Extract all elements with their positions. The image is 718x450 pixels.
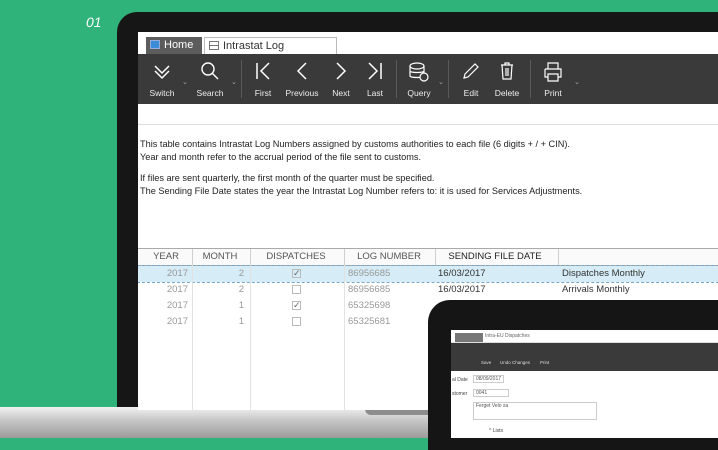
toolbar-separator bbox=[448, 60, 449, 98]
cell-description: Dispatches Monthly bbox=[562, 268, 645, 279]
toolbar-separator bbox=[241, 60, 242, 98]
table-row[interactable]: 2017 2 86956685 16/03/2017 Arrivals Mont… bbox=[138, 282, 718, 298]
tablet-print-button[interactable]: Print bbox=[540, 360, 549, 365]
cell-description: Arrivals Monthly bbox=[562, 284, 630, 295]
chevron-right-icon bbox=[336, 62, 347, 80]
cell-year: 2017 bbox=[166, 316, 188, 327]
tablet-lists-section[interactable]: ^ Lists bbox=[489, 428, 503, 434]
query-label: Query bbox=[407, 88, 431, 98]
dispatches-checkbox[interactable]: ✓ bbox=[292, 269, 301, 278]
first-button[interactable]: First bbox=[246, 54, 280, 104]
tablet-save-button[interactable]: Save bbox=[481, 360, 491, 365]
cell-year: 2017 bbox=[166, 284, 188, 295]
cell-log-number: 86956685 bbox=[348, 284, 391, 295]
tablet-undo-button[interactable]: Undo Changes bbox=[500, 360, 530, 365]
description-line-3: If files are sent quarterly, the first m… bbox=[140, 173, 435, 183]
database-query-icon bbox=[409, 62, 429, 82]
column-header-log-number[interactable]: LOG NUMBER bbox=[344, 249, 434, 265]
description-line-1: This table contains Intrastat Log Number… bbox=[140, 139, 570, 149]
tab-intrastat-log-numbers[interactable]: Intrastat Log Numbers bbox=[204, 37, 337, 69]
filter-bar bbox=[138, 104, 718, 125]
column-header-year[interactable]: YEAR bbox=[142, 249, 190, 265]
last-button[interactable]: Last bbox=[360, 54, 390, 104]
delete-label: Delete bbox=[494, 88, 520, 98]
description-line-2: Year and month refer to the accrual peri… bbox=[140, 152, 422, 162]
tab-home[interactable]: Home bbox=[146, 37, 202, 54]
tab-home-label: Home bbox=[164, 39, 194, 51]
tablet-date-field[interactable]: 08/09/2017 bbox=[473, 375, 505, 383]
edit-label: Edit bbox=[463, 88, 479, 98]
cell-log-number: 86956685 bbox=[348, 268, 391, 279]
cell-month: 2 bbox=[238, 268, 244, 279]
description: This table contains Intrastat Log Number… bbox=[140, 138, 718, 198]
tablet-toolbar: Save Undo Changes Print bbox=[451, 343, 718, 371]
slide-number: 01 bbox=[86, 14, 102, 30]
tablet-customer-label: stomer bbox=[452, 391, 468, 397]
column-header-sending-file-date[interactable]: SENDING FILE DATE bbox=[435, 249, 555, 265]
tablet-tab-bar: Intra-EU Dispatches bbox=[451, 330, 718, 343]
search-caret-icon[interactable]: ⌄ bbox=[231, 78, 237, 86]
switch-button[interactable]: Switch bbox=[142, 54, 182, 104]
cell-sending-file-date: 16/03/2017 bbox=[438, 284, 486, 295]
cell-month: 1 bbox=[238, 316, 244, 327]
cell-year: 2017 bbox=[166, 268, 188, 279]
search-label: Search bbox=[196, 88, 224, 98]
column-header-month[interactable]: MONTH bbox=[192, 249, 248, 265]
search-icon bbox=[201, 62, 219, 80]
column-divider bbox=[250, 265, 251, 410]
search-button[interactable]: Search bbox=[190, 54, 230, 104]
cell-sending-file-date: 16/03/2017 bbox=[438, 268, 486, 279]
column-divider bbox=[344, 265, 345, 410]
tablet-tab-dispatches[interactable]: Intra-EU Dispatches bbox=[485, 333, 530, 339]
cell-year: 2017 bbox=[166, 300, 188, 311]
cell-log-number: 65325681 bbox=[348, 316, 391, 327]
tab-bar: Home Intrastat Log Numbers bbox=[138, 32, 718, 69]
description-line-4: The Sending File Date states the year th… bbox=[140, 186, 583, 196]
query-caret-icon[interactable]: ⌄ bbox=[438, 78, 444, 86]
cell-month: 2 bbox=[238, 284, 244, 295]
pencil-icon bbox=[463, 63, 479, 79]
switch-caret-icon[interactable]: ⌄ bbox=[182, 78, 188, 86]
cell-log-number: 65325698 bbox=[348, 300, 391, 311]
tablet-customer-name: Ferget Velo sa bbox=[473, 402, 597, 420]
previous-button[interactable]: Previous bbox=[282, 54, 322, 104]
print-button[interactable]: Print bbox=[536, 54, 570, 104]
tablet-screen: Intra-EU Dispatches Save Undo Changes Pr… bbox=[451, 330, 718, 438]
last-label: Last bbox=[366, 88, 384, 98]
previous-label: Previous bbox=[285, 88, 319, 98]
tablet-date-label: al Date bbox=[452, 377, 468, 383]
edit-button[interactable]: Edit bbox=[456, 54, 486, 104]
print-caret-icon[interactable]: ⌄ bbox=[574, 78, 580, 86]
tablet-tab-home[interactable] bbox=[455, 333, 483, 342]
chevron-double-down-icon bbox=[154, 65, 170, 80]
toolbar-separator bbox=[396, 60, 397, 98]
table-icon bbox=[209, 41, 219, 50]
printer-icon bbox=[544, 62, 562, 82]
tablet-customer-field[interactable]: 0041 bbox=[473, 389, 509, 397]
print-label: Print bbox=[544, 88, 562, 98]
last-page-icon bbox=[368, 62, 382, 80]
chevron-left-icon bbox=[296, 62, 307, 80]
table-header: YEAR MONTH DISPATCHES LOG NUMBER SENDING… bbox=[138, 248, 718, 266]
column-divider bbox=[192, 265, 193, 410]
dispatches-checkbox[interactable] bbox=[292, 285, 301, 294]
toolbar: Switch ⌄ Search ⌄ First Previous Next La… bbox=[138, 54, 718, 104]
home-icon bbox=[150, 40, 160, 49]
cell-month: 1 bbox=[238, 300, 244, 311]
dispatches-checkbox[interactable]: ✓ bbox=[292, 301, 301, 310]
first-label: First bbox=[254, 88, 272, 98]
next-button[interactable]: Next bbox=[326, 54, 356, 104]
dispatches-checkbox[interactable] bbox=[292, 317, 301, 326]
toolbar-separator bbox=[530, 60, 531, 98]
query-button[interactable]: Query bbox=[402, 54, 436, 104]
table-row[interactable]: 2017 2 ✓ 86956685 16/03/2017 Dispatches … bbox=[138, 265, 718, 283]
switch-label: Switch bbox=[149, 88, 175, 98]
first-page-icon bbox=[256, 62, 270, 80]
delete-button[interactable]: Delete bbox=[490, 54, 524, 104]
next-label: Next bbox=[332, 88, 350, 98]
column-header-dispatches[interactable]: DISPATCHES bbox=[250, 249, 342, 265]
trash-icon bbox=[501, 62, 513, 80]
